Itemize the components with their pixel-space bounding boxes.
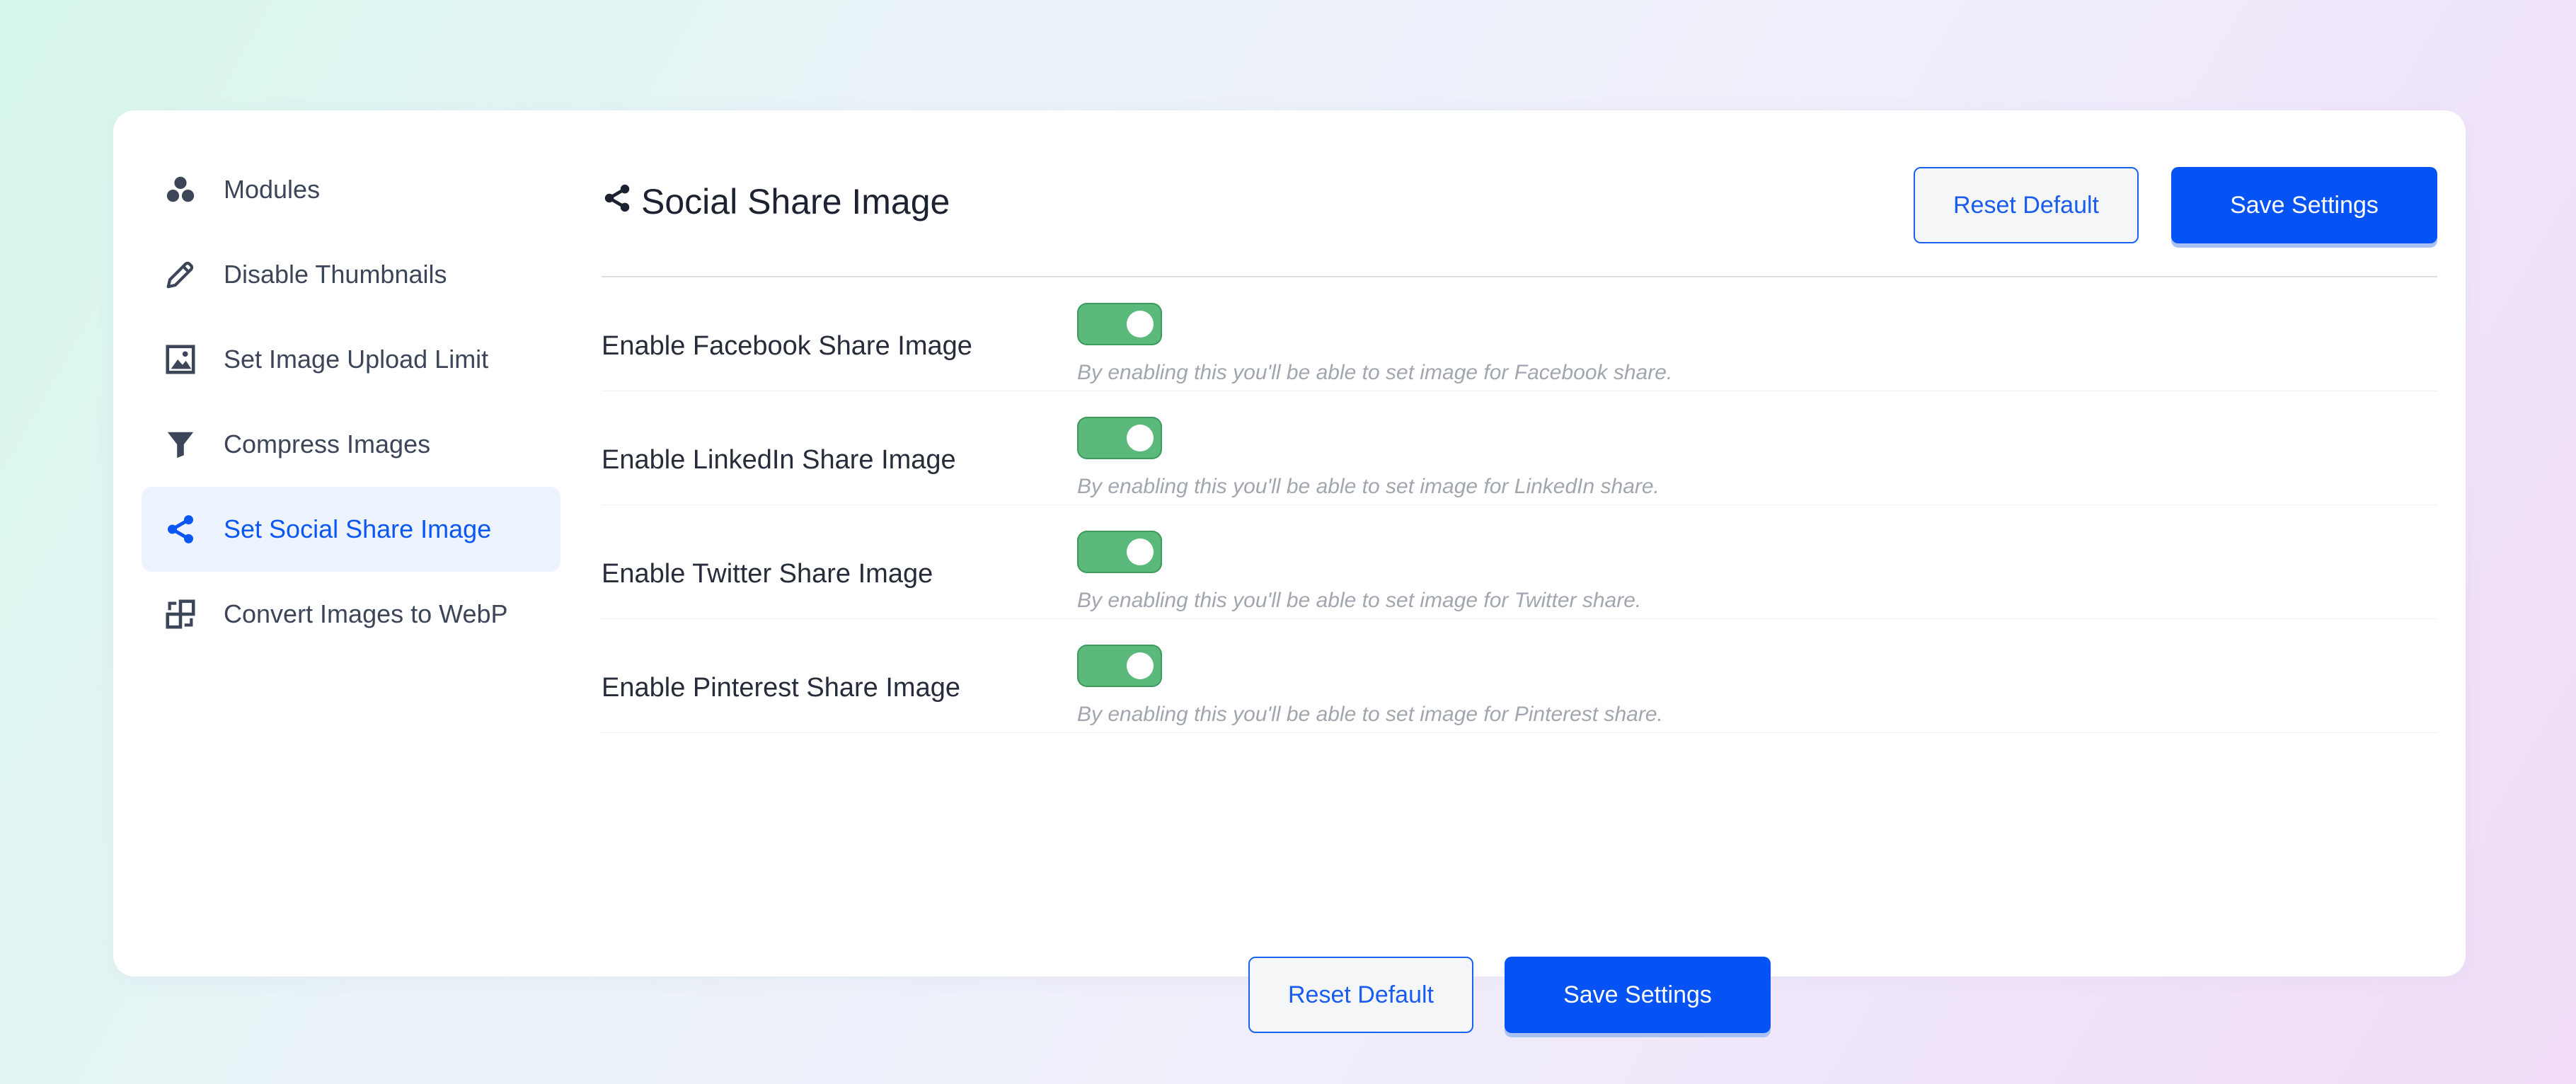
setting-row-linkedin: Enable LinkedIn Share Image By enabling …: [602, 391, 2437, 505]
sidebar-item-label: Set Social Share Image: [224, 514, 492, 543]
toggle-knob: [1127, 425, 1154, 451]
setting-description: By enabling this you'll be able to set i…: [1077, 703, 1663, 726]
sidebar-item-modules[interactable]: Modules: [142, 147, 560, 232]
setting-label: Enable LinkedIn Share Image: [602, 445, 956, 475]
panel-header: Social Share Image Reset Default Save Se…: [602, 110, 2437, 277]
setting-label: Enable Twitter Share Image: [602, 559, 933, 589]
save-settings-button[interactable]: Save Settings: [2171, 167, 2437, 243]
page-title: Social Share Image: [602, 181, 950, 222]
sidebar-item-label: Modules: [224, 175, 321, 204]
toggle-knob: [1127, 652, 1154, 679]
sidebar-item-label: Set Image Upload Limit: [224, 345, 489, 374]
facebook-share-toggle[interactable]: [1077, 303, 1162, 345]
setting-row-twitter: Enable Twitter Share Image By enabling t…: [602, 505, 2437, 619]
settings-card: Modules Disable Thumbnails Set Image Upl…: [113, 110, 2466, 1033]
page-title-text: Social Share Image: [641, 182, 950, 221]
convert-icon: [163, 596, 198, 632]
setting-description: By enabling this you'll be able to set i…: [1077, 475, 1660, 498]
sidebar-item-convert-images-to-webp[interactable]: Convert Images to WebP: [142, 572, 560, 657]
modules-icon: [163, 172, 198, 207]
setting-description: By enabling this you'll be able to set i…: [1077, 361, 1673, 384]
sidebar-item-compress-images[interactable]: Compress Images: [142, 402, 560, 487]
twitter-share-toggle[interactable]: [1077, 531, 1162, 573]
image-icon: [163, 342, 198, 377]
sidebar-item-set-social-share-image[interactable]: Set Social Share Image: [142, 487, 560, 572]
setting-row-pinterest: Enable Pinterest Share Image By enabling…: [602, 619, 2437, 733]
share-icon: [602, 181, 641, 222]
pencil-icon: [163, 257, 198, 292]
sidebar: Modules Disable Thumbnails Set Image Upl…: [142, 147, 560, 657]
sidebar-item-set-image-upload-limit[interactable]: Set Image Upload Limit: [142, 317, 560, 402]
reset-default-button[interactable]: Reset Default: [1914, 167, 2139, 243]
sidebar-item-label: Convert Images to WebP: [224, 599, 508, 628]
share-icon: [163, 512, 198, 547]
funnel-icon: [163, 427, 198, 462]
footer-save-settings-button[interactable]: Save Settings: [1505, 957, 1771, 1033]
pinterest-share-toggle[interactable]: [1077, 645, 1162, 687]
toggle-knob: [1127, 311, 1154, 338]
setting-label: Enable Facebook Share Image: [602, 331, 972, 361]
setting-description: By enabling this you'll be able to set i…: [1077, 589, 1642, 612]
setting-label: Enable Pinterest Share Image: [602, 673, 960, 703]
main-panel: Social Share Image Reset Default Save Se…: [602, 110, 2437, 733]
settings-list: Enable Facebook Share Image By enabling …: [602, 277, 2437, 733]
linkedin-share-toggle[interactable]: [1077, 417, 1162, 459]
sidebar-item-label: Disable Thumbnails: [224, 260, 447, 289]
setting-row-facebook: Enable Facebook Share Image By enabling …: [602, 277, 2437, 391]
toggle-knob: [1127, 538, 1154, 565]
sidebar-item-label: Compress Images: [224, 429, 431, 459]
sidebar-item-disable-thumbnails[interactable]: Disable Thumbnails: [142, 232, 560, 317]
footer-reset-default-button[interactable]: Reset Default: [1248, 957, 1473, 1033]
